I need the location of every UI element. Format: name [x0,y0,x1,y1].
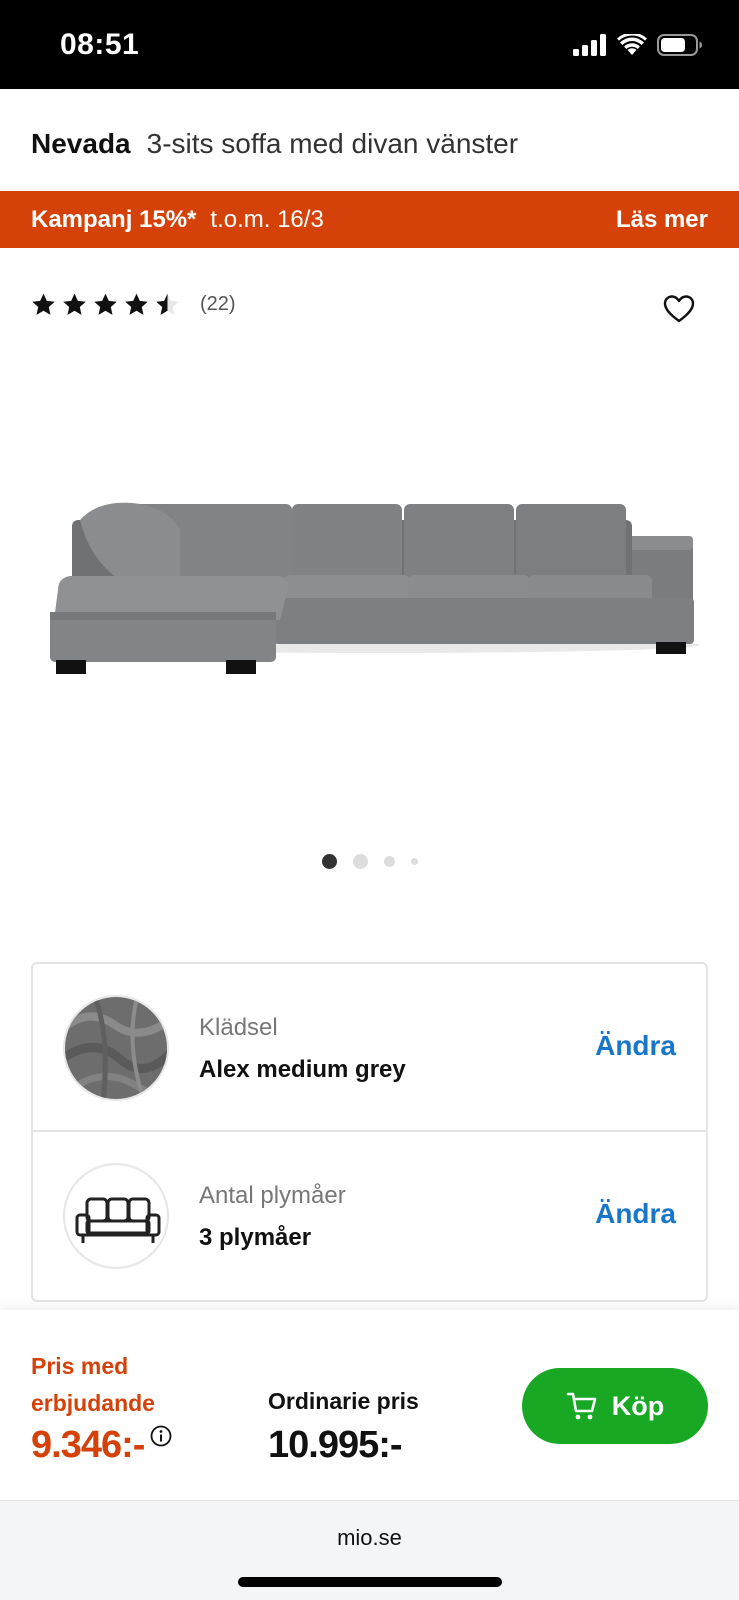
product-title: Nevada 3-sits soffa med divan vänster [31,128,518,160]
campaign-title: Kampanj 15%* [31,205,197,233]
signal-icon [573,34,606,56]
cart-icon [566,1392,597,1420]
option-value: 3 plymåer [199,1224,312,1251]
offer-price: 9.346:- [31,1424,145,1466]
rating[interactable]: (22) [31,292,236,317]
status-icons [573,34,703,56]
sofa-cushions-icon [63,1163,169,1269]
status-time: 08:51 [60,28,140,61]
carousel-dot[interactable] [383,856,395,867]
star-icon [32,293,55,315]
star-icon [63,293,86,315]
offer-price-label: Pris med erbjudande [31,1353,155,1416]
option-label: Klädsel [199,1014,278,1041]
wifi-icon [617,34,647,55]
review-count: (22) [200,293,236,315]
campaign-banner[interactable]: Kampanj 15%* t.o.m. 16/3 Läs mer [0,191,739,248]
change-fabric-button[interactable]: Ändra [595,1030,676,1062]
option-cushions[interactable]: Antal plymåer 3 plymåer Ändra [33,1132,706,1300]
fabric-swatch-thumb [63,995,169,1101]
star-rating [31,292,180,317]
product-options: Klädsel Alex medium grey Ändra Antal ply… [31,962,708,1302]
regular-price-label: Ordinarie pris [268,1388,419,1414]
half-star-icon [156,293,179,315]
option-label: Antal plymåer [199,1182,346,1209]
product-description: 3-sits soffa med divan vänster [146,128,519,159]
carousel-dot[interactable] [352,854,368,869]
option-value: Alex medium grey [199,1056,406,1083]
info-icon[interactable] [150,1425,172,1447]
product-name: Nevada [31,128,131,159]
carousel-dot[interactable] [410,858,418,865]
price-bar: Pris med erbjudande 9.346:- Ordinarie pr… [0,1310,739,1500]
regular-price: 10.995:- [268,1424,403,1466]
campaign-date: t.o.m. 16/3 [210,205,324,233]
buy-button[interactable]: Köp [522,1368,708,1444]
option-fabric[interactable]: Klädsel Alex medium grey Ändra [33,964,706,1132]
carousel-dots[interactable] [0,854,739,869]
battery-icon [657,34,702,56]
star-icon [125,293,148,315]
product-image[interactable] [40,480,700,700]
status-bar: 08:51 [0,0,739,89]
browser-bar: mio.se [0,1500,739,1600]
home-indicator[interactable] [238,1577,502,1587]
buy-label: Köp [611,1390,665,1421]
url-bar[interactable]: mio.se [0,1525,739,1551]
carousel-dot-active[interactable] [321,854,337,869]
heart-icon[interactable] [663,294,695,324]
read-more-link[interactable]: Läs mer [616,206,708,234]
star-icon [94,293,117,315]
change-cushions-button[interactable]: Ändra [595,1198,676,1230]
